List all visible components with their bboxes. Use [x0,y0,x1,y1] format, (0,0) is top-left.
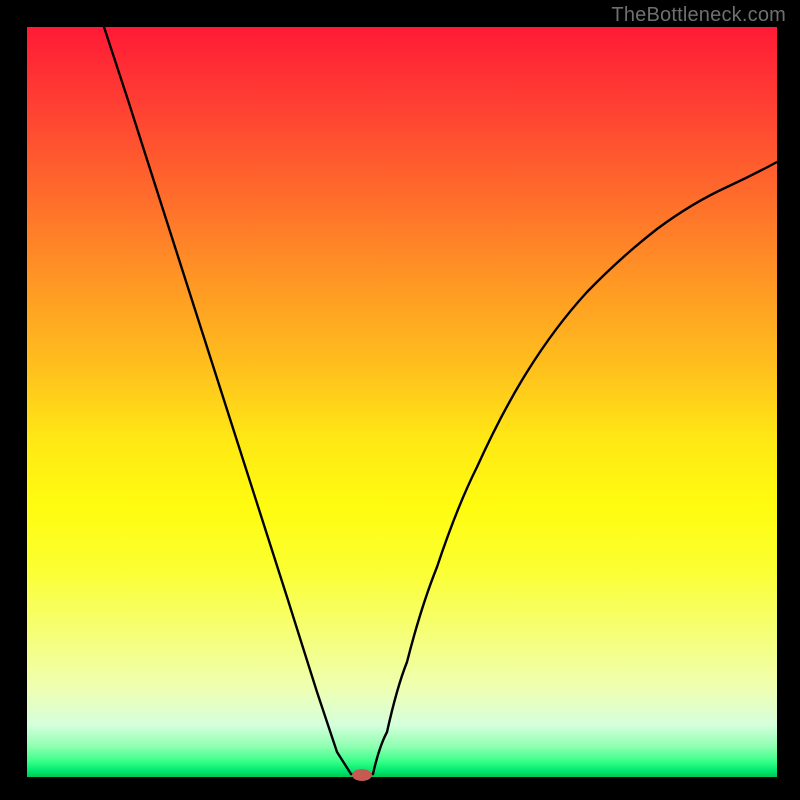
watermark-text: TheBottleneck.com [611,4,786,27]
minimum-marker [352,769,372,781]
chart-frame: TheBottleneck.com [0,0,800,800]
plot-area [27,27,777,777]
curve-right-branch [373,162,777,774]
curve-left-branch [104,27,351,774]
bottleneck-curve [27,27,777,777]
